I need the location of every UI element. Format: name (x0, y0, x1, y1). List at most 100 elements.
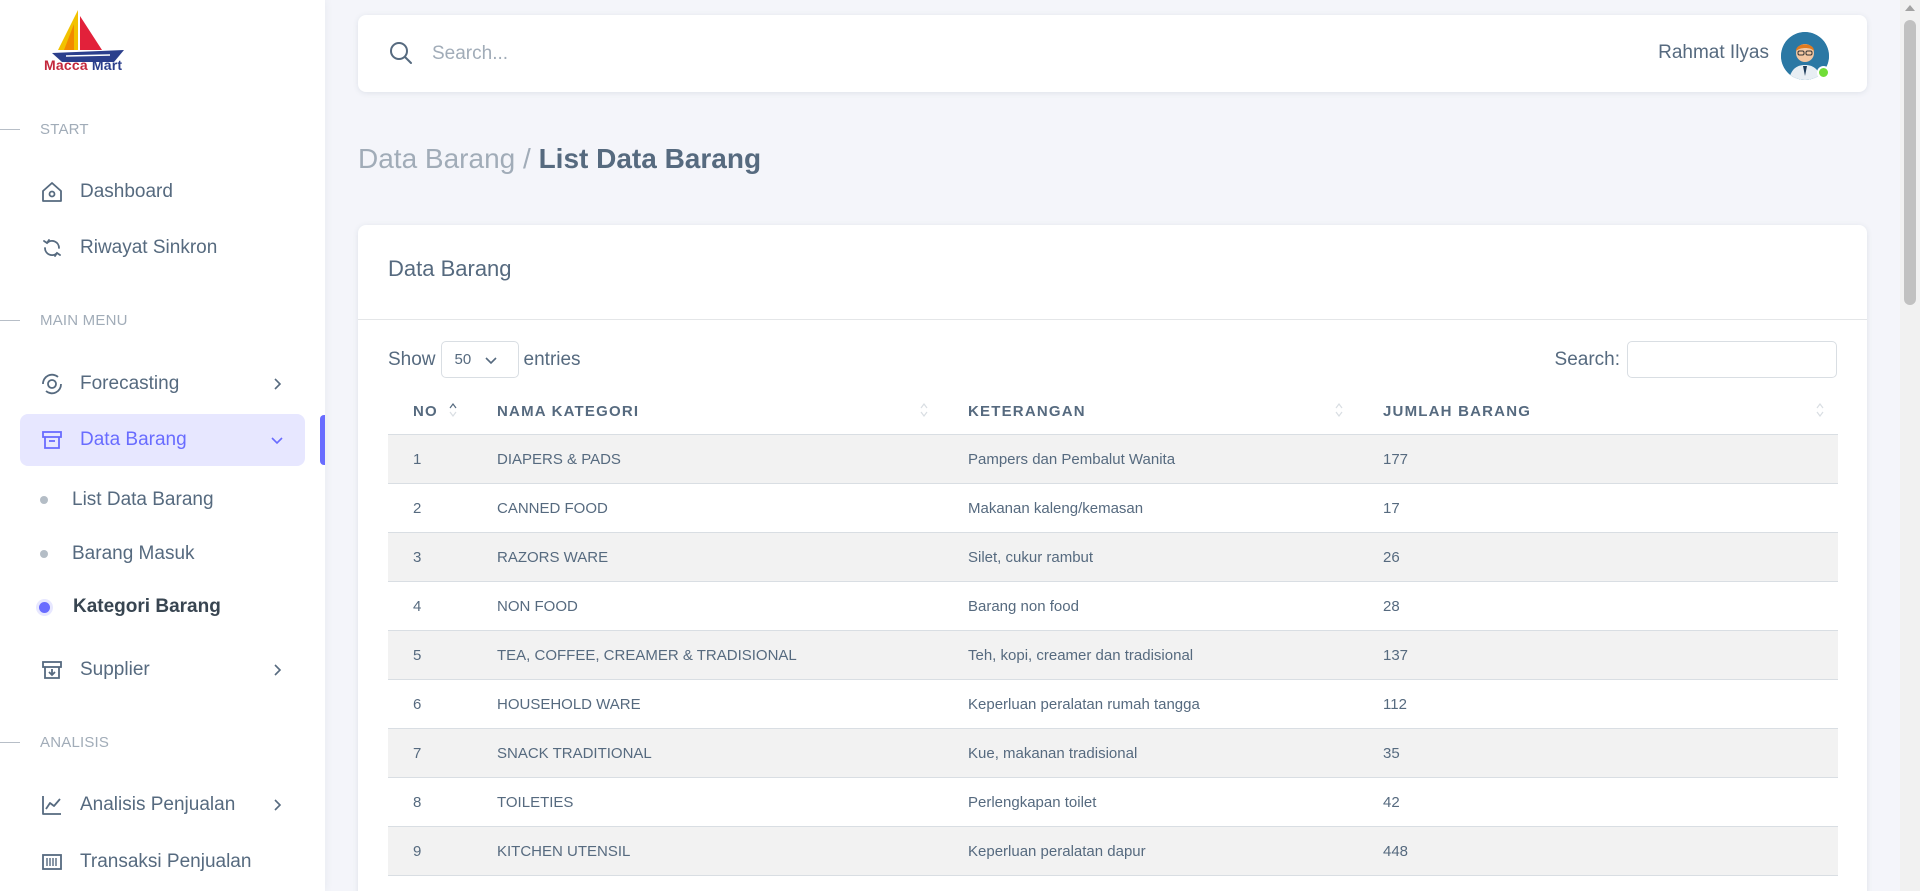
sidebar-item-data-barang[interactable]: Data Barang (20, 414, 305, 466)
sidebar-item-label: Dashboard (80, 181, 173, 202)
active-indicator (320, 415, 325, 465)
cell-keterangan: Keperluan peralatan rumah tangga (968, 696, 1200, 713)
sidebar-item-forecasting[interactable]: Forecasting (20, 358, 305, 410)
sidebar-item-label: Forecasting (80, 373, 180, 394)
global-search-input[interactable] (432, 35, 1032, 73)
table-search: Search: (1555, 341, 1837, 378)
column-header-no[interactable]: NO (413, 387, 438, 435)
sidebar-subitem-barang-masuk[interactable]: Barang Masuk (40, 540, 195, 568)
archive-icon (40, 428, 64, 452)
bullet-icon (40, 550, 48, 558)
cell-nama-kategori: CANNED FOOD (497, 500, 608, 517)
section-analisis: ANALISIS (0, 732, 109, 752)
column-header-nama-kategori[interactable]: NAMA KATEGORI (497, 387, 639, 435)
home-icon (40, 180, 64, 204)
table-row: 9 KITCHEN UTENSIL Keperluan peralatan da… (388, 827, 1838, 876)
cell-no: 4 (413, 598, 422, 615)
cell-no: 8 (413, 794, 422, 811)
scrollbar-thumb[interactable] (1904, 20, 1916, 305)
cell-no: 3 (413, 549, 422, 566)
sidebar-subitem-list-data-barang[interactable]: List Data Barang (40, 486, 214, 514)
cell-no: 7 (413, 745, 422, 762)
cell-no: 1 (413, 451, 422, 468)
sidebar-item-transaksi-penjualan[interactable]: Transaksi Penjualan (20, 836, 305, 888)
card-divider (358, 319, 1867, 320)
cell-nama-kategori: TOILETIES (497, 794, 574, 811)
page-scrollbar[interactable] (1900, 0, 1920, 891)
cell-keterangan: Silet, cukur rambut (968, 549, 1094, 566)
scroll-up-arrow-icon[interactable] (1905, 5, 1915, 11)
cell-keterangan: Keperluan peralatan dapur (968, 843, 1146, 860)
breadcrumb-separator: / (523, 143, 531, 174)
cell-no: 6 (413, 696, 422, 713)
card-title: Data Barang (388, 256, 512, 281)
chevron-right-icon (274, 799, 282, 811)
sidebar-item-analisis-penjualan[interactable]: Analisis Penjualan (20, 779, 305, 831)
user-name: Rahmat Ilyas (1658, 42, 1769, 63)
entries-label: entries (523, 348, 581, 370)
cell-nama-kategori: TEA, COFFEE, CREAMER & TRADISIONAL (497, 647, 797, 664)
cell-nama-kategori: DIAPERS & PADS (497, 451, 621, 468)
cell-nama-kategori: NON FOOD (497, 598, 578, 615)
cell-jumlah-barang: 112 (1383, 696, 1407, 713)
column-header-jumlah-barang[interactable]: JUMLAH BARANG (1383, 387, 1531, 435)
cell-no: 2 (413, 500, 422, 517)
sync-icon (40, 236, 64, 260)
table-row: 2 CANNED FOOD Makanan kaleng/kemasan 17 (388, 484, 1838, 533)
table-row: 1 DIAPERS & PADS Pampers dan Pembalut Wa… (388, 435, 1838, 484)
entries-select-value: 50 (454, 351, 472, 368)
cell-keterangan: Pampers dan Pembalut Wanita (968, 451, 1176, 468)
cell-jumlah-barang: 35 (1383, 745, 1400, 762)
column-header-keterangan[interactable]: KETERANGAN (968, 387, 1086, 435)
show-label: Show (388, 348, 436, 370)
bullet-icon (39, 601, 50, 613)
table-search-input[interactable] (1627, 341, 1837, 378)
kategori-table: NO NAMA KATEGORI KETERANGAN JUMLAH BARAN… (388, 387, 1838, 876)
chevron-down-icon (271, 437, 283, 445)
cell-jumlah-barang: 26 (1383, 549, 1400, 566)
sidebar-subitem-label: List Data Barang (72, 489, 214, 510)
table-row: 4 NON FOOD Barang non food 28 (388, 582, 1838, 631)
sidebar-item-riwayat-sinkron[interactable]: Riwayat Sinkron (20, 222, 305, 274)
sidebar-item-supplier[interactable]: Supplier (20, 644, 305, 696)
sidebar-subitem-kategori-barang[interactable]: Kategori Barang (39, 593, 221, 621)
sort-icon[interactable] (1816, 402, 1824, 418)
chevron-right-icon (274, 664, 282, 676)
sidebar-item-dashboard[interactable]: Dashboard (20, 166, 305, 218)
section-start: START (0, 119, 89, 139)
box-icon (40, 658, 64, 682)
cell-jumlah-barang: 448 (1383, 843, 1409, 860)
breadcrumb-parent[interactable]: Data Barang (358, 143, 515, 174)
cell-no: 5 (413, 647, 422, 664)
cell-nama-kategori: RAZORS WARE (497, 549, 609, 566)
cell-keterangan: Barang non food (968, 598, 1079, 615)
table-row: 7 SNACK TRADITIONAL Kue, makanan tradisi… (388, 729, 1838, 778)
user-avatar[interactable] (1781, 32, 1830, 80)
show-entries-control: Show 50 entries (388, 341, 581, 378)
sort-icon[interactable] (1335, 402, 1343, 418)
table-row: 8 TOILETIES Perlengkapan toilet 42 (388, 778, 1838, 827)
cell-jumlah-barang: 42 (1383, 794, 1400, 811)
chart-line-icon (40, 793, 64, 817)
cell-jumlah-barang: 137 (1383, 647, 1409, 664)
chevron-down-icon (484, 357, 497, 365)
cell-jumlah-barang: 177 (1383, 451, 1409, 468)
sidebar-subitem-label: Kategori Barang (73, 596, 221, 617)
cell-no: 9 (413, 843, 422, 860)
table-header: NO NAMA KATEGORI KETERANGAN JUMLAH BARAN… (388, 387, 1838, 435)
table-row: 3 RAZORS WARE Silet, cukur rambut 26 (388, 533, 1838, 582)
entries-per-page-select[interactable]: 50 (440, 341, 519, 378)
cell-keterangan: Perlengkapan toilet (968, 794, 1097, 811)
section-main-menu: MAIN MENU (0, 310, 128, 330)
data-card: Data Barang Show 50 entries Search: NO N… (358, 225, 1867, 891)
table-row: 5 TEA, COFFEE, CREAMER & TRADISIONAL Teh… (388, 631, 1838, 680)
sort-icon[interactable] (920, 402, 928, 418)
sidebar-item-label: Riwayat Sinkron (80, 237, 218, 258)
cell-nama-kategori: SNACK TRADITIONAL (497, 745, 652, 762)
forecast-icon (40, 372, 64, 396)
sidebar-item-label: Supplier (80, 659, 150, 680)
sidebar-subitem-label: Barang Masuk (72, 543, 195, 564)
brand-name: Macca Mart (44, 57, 123, 73)
sort-asc-icon[interactable] (449, 402, 457, 418)
online-status-badge (1817, 66, 1830, 79)
